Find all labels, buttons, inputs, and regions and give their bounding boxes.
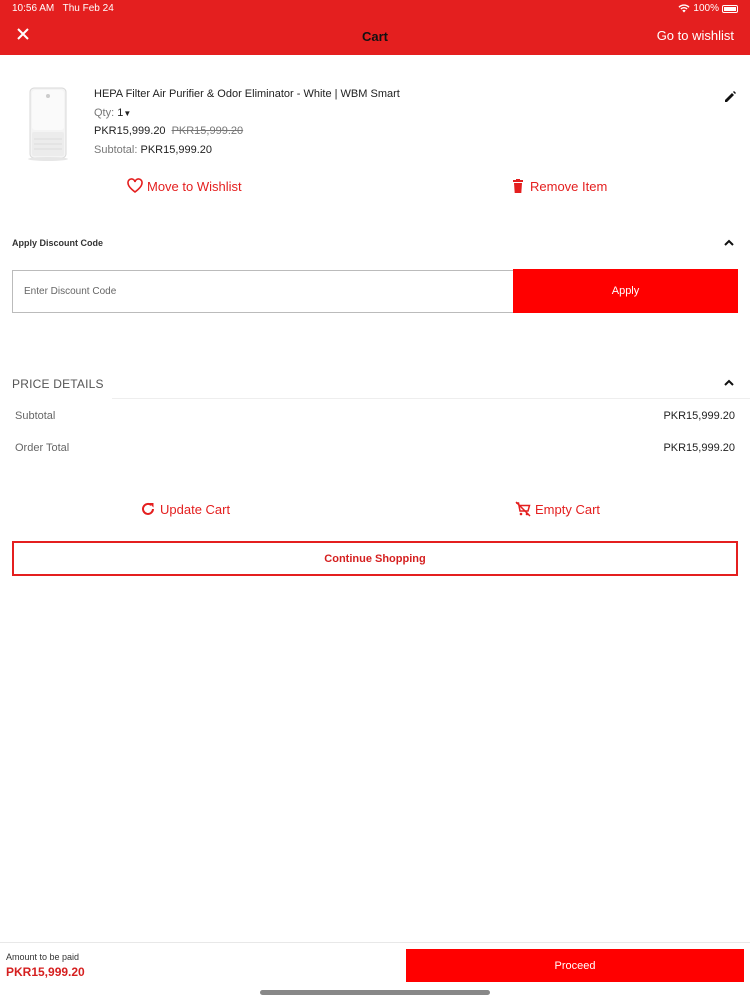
price-row-subtotal-value: PKR15,999.20 xyxy=(663,410,735,422)
caret-down-icon: ▼ xyxy=(123,109,132,118)
wifi-icon xyxy=(678,4,690,13)
product-name[interactable]: HEPA Filter Air Purifier & Odor Eliminat… xyxy=(94,88,400,100)
update-cart-label: Update Cart xyxy=(160,501,231,517)
status-date-text: Thu Feb 24 xyxy=(62,3,114,14)
battery-percent: 100% xyxy=(693,3,719,14)
item-subtotal: Subtotal: PKR15,999.20 xyxy=(94,144,212,156)
trash-icon xyxy=(513,179,523,193)
discount-code-input[interactable] xyxy=(12,270,514,313)
go-to-wishlist-link[interactable]: Go to wishlist xyxy=(657,28,734,43)
remove-item-label: Remove Item xyxy=(530,178,608,194)
status-time-text: 10:56 AM xyxy=(12,3,55,14)
price-details-divider xyxy=(112,398,750,399)
price-row-order-total-value: PKR15,999.20 xyxy=(663,442,735,454)
move-to-wishlist-label: Move to Wishlist xyxy=(147,178,242,194)
status-time: 10:56 AM Thu Feb 24 xyxy=(12,3,114,14)
update-cart-button[interactable]: Update Cart xyxy=(140,501,230,517)
move-to-wishlist-button[interactable]: Move to Wishlist xyxy=(127,178,242,194)
apply-discount-button[interactable]: Apply xyxy=(513,269,738,313)
product-old-price: PKR15,999.20 xyxy=(171,125,244,137)
edit-pencil-icon[interactable] xyxy=(722,89,738,105)
chevron-up-icon[interactable] xyxy=(722,376,736,390)
product-price: PKR15,999.20 xyxy=(94,125,166,137)
battery-icon xyxy=(722,4,738,13)
remove-item-button[interactable]: Remove Item xyxy=(510,178,607,194)
continue-shopping-button[interactable]: Continue Shopping xyxy=(12,541,738,576)
empty-cart-button[interactable]: Empty Cart xyxy=(515,501,600,517)
qty-selector[interactable]: Qty: 1▼ xyxy=(94,107,131,119)
discount-section-label[interactable]: Apply Discount Code xyxy=(12,238,103,248)
price-row-order-total-label: Order Total xyxy=(15,442,70,454)
chevron-up-icon[interactable] xyxy=(722,236,736,250)
status-indicators: 100% xyxy=(678,3,738,14)
proceed-button[interactable]: Proceed xyxy=(406,949,744,982)
amount-label: Amount to be paid xyxy=(6,952,80,962)
cart-remove-icon xyxy=(515,501,531,517)
qty-label: Qty: xyxy=(94,107,115,119)
price-details-title[interactable]: PRICE DETAILS xyxy=(12,377,104,391)
item-subtotal-value: PKR15,999.20 xyxy=(140,144,213,156)
product-image[interactable] xyxy=(20,84,76,162)
home-indicator[interactable] xyxy=(260,990,490,995)
checkout-footer: Amount to be paid PKR15,999.20 Proceed xyxy=(0,942,750,988)
page-title: Cart xyxy=(361,29,388,44)
refresh-icon xyxy=(142,502,154,515)
item-subtotal-label: Subtotal: xyxy=(94,144,138,156)
heart-icon xyxy=(127,178,143,194)
amount-value: PKR15,999.20 xyxy=(6,965,85,979)
app-header: 10:56 AM Thu Feb 24 100% Cart Go to wish… xyxy=(0,0,750,55)
price-row-subtotal-label: Subtotal xyxy=(15,410,56,422)
empty-cart-label: Empty Cart xyxy=(535,501,601,517)
price-row: PKR15,999.20 PKR15,999.20 xyxy=(94,125,243,137)
